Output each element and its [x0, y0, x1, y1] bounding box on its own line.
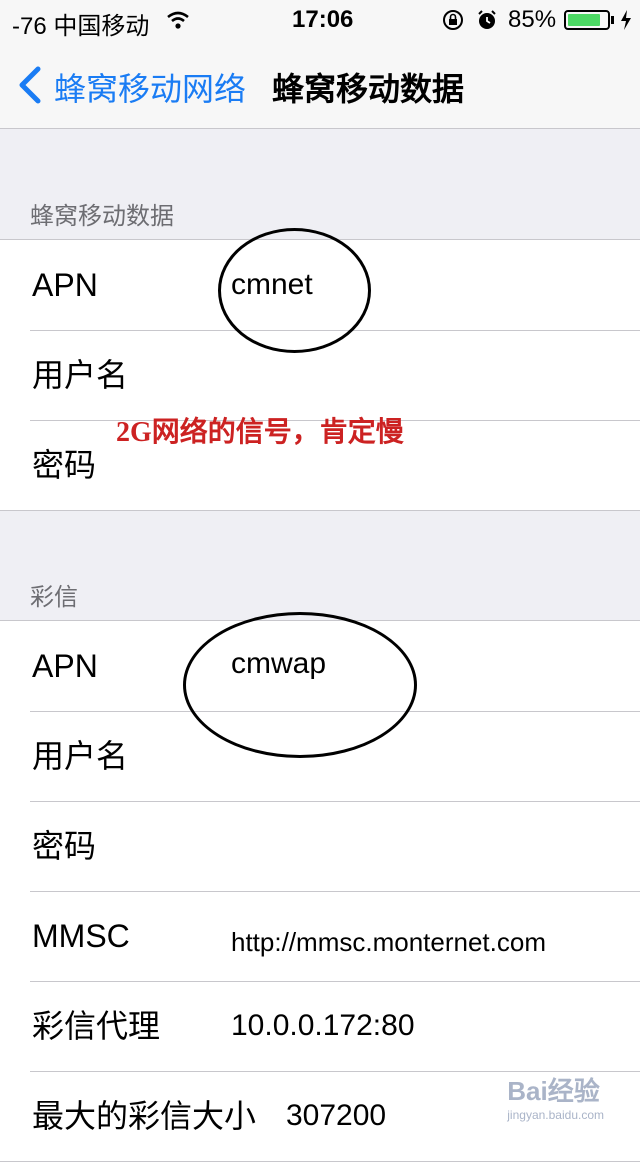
- section-header-cellular-data: 蜂窝移动数据: [30, 203, 174, 230]
- row-label: 用户名: [32, 357, 129, 393]
- max-mms-size-field[interactable]: 307200: [286, 1071, 386, 1161]
- row-label: 密码: [32, 447, 97, 483]
- row-label: MMSC: [32, 918, 130, 954]
- annotation-ellipse-cmwap: [183, 612, 417, 758]
- row-label: 用户名: [32, 738, 129, 774]
- watermark-brand: Bai经验: [507, 1076, 600, 1106]
- row-label: APN: [32, 648, 98, 684]
- row-label: 彩信代理: [32, 1008, 161, 1044]
- charging-icon: [621, 10, 631, 30]
- alarm-icon: [478, 10, 496, 29]
- baidu-watermark-logo: Bai经验 jingyan.baidu.com: [507, 1071, 604, 1122]
- rotation-lock-icon: [443, 10, 463, 30]
- status-bar: -76 中国移动 17:06 85%: [0, 0, 640, 40]
- page-title: 蜂窝移动数据: [272, 71, 465, 107]
- section-header-mms: 彩信: [30, 584, 78, 611]
- battery-cap: [611, 16, 614, 24]
- wifi-icon: [167, 11, 189, 29]
- mms-proxy-field[interactable]: 10.0.0.172:80: [231, 981, 415, 1071]
- clock: 17:06: [292, 6, 354, 33]
- battery-percent: 85%: [508, 6, 557, 33]
- annotation-ellipse-cmnet: [218, 228, 371, 353]
- watermark-url: jingyan.baidu.com: [507, 1108, 604, 1122]
- row-label: APN: [32, 267, 98, 303]
- mmsc-field[interactable]: http://mmsc.monternet.com: [231, 897, 546, 987]
- row-password[interactable]: 密码: [0, 801, 640, 891]
- row-label: 最大的彩信大小: [32, 1098, 257, 1134]
- signal-carrier: -76 中国移动: [12, 13, 150, 40]
- row-mmsc[interactable]: MMSC http://mmsc.monternet.com: [0, 891, 640, 981]
- annotation-note: 2G网络的信号，肯定慢: [116, 417, 404, 448]
- row-mms-proxy[interactable]: 彩信代理 10.0.0.172:80: [0, 981, 640, 1071]
- back-label: 蜂窝移动网络: [54, 71, 247, 107]
- row-label: 密码: [32, 828, 97, 864]
- battery-fill: [568, 14, 600, 26]
- navigation-bar: 蜂窝移动网络 蜂窝移动数据: [0, 40, 640, 129]
- battery-icon: [564, 10, 610, 30]
- chevron-left-icon: [19, 66, 41, 104]
